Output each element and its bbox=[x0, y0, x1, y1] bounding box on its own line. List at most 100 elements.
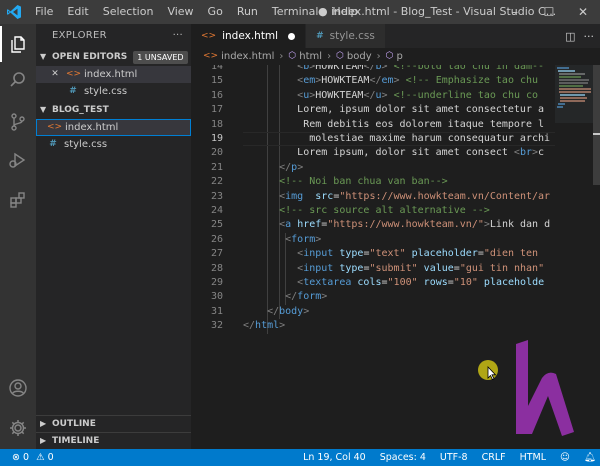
open-editor-item-index-html[interactable]: ✕ <> index.html bbox=[36, 66, 191, 83]
file-item-style-css[interactable]: # style.css bbox=[36, 136, 191, 153]
timeline-section[interactable]: ▶ TIMELINE bbox=[36, 432, 191, 449]
vertical-scrollbar[interactable] bbox=[593, 65, 600, 449]
minimize-button[interactable]: – bbox=[498, 0, 532, 24]
close-icon[interactable]: ✕ bbox=[48, 66, 62, 83]
line-number: 17 bbox=[210, 104, 223, 116]
scrollbar-thumb[interactable] bbox=[593, 65, 600, 185]
code-text: Lorem, ipsum dolor sit amet consectetur … bbox=[297, 103, 544, 117]
more-actions-icon[interactable]: ··· bbox=[584, 30, 595, 43]
breadcrumb-item[interactable]: body bbox=[347, 48, 372, 65]
warning-icon: ⚠ bbox=[36, 452, 45, 463]
code-token: "dien ten bbox=[483, 248, 539, 260]
menu-item-go[interactable]: Go bbox=[201, 0, 230, 24]
code-token: > bbox=[393, 75, 406, 87]
code-line[interactable]: 28 <input type="submit" value="gui tin nh… bbox=[191, 262, 551, 276]
account-icon[interactable] bbox=[0, 370, 36, 406]
code-line[interactable]: 29 <textarea cols="100" rows="10" placeho… bbox=[191, 276, 551, 290]
code-token: Lorem ipsum, dolor sit amet consect bbox=[297, 147, 514, 159]
cursor-position[interactable]: Ln 19, Col 40 bbox=[303, 452, 366, 463]
menu-item-terminal[interactable]: Terminal bbox=[265, 0, 326, 24]
feedback-icon[interactable]: ☺ bbox=[560, 452, 570, 463]
window-controls: – ☐ ✕ bbox=[498, 0, 600, 24]
menu-item-run[interactable]: Run bbox=[230, 0, 265, 24]
manage-gear-icon[interactable] bbox=[0, 410, 36, 446]
code-line[interactable]: 32 </html> bbox=[191, 319, 551, 333]
line-number: 26 bbox=[210, 233, 223, 245]
split-editor-icon[interactable]: ◫ bbox=[565, 30, 575, 43]
code-text: <img src="https://www.howkteam.vn/Conten… bbox=[279, 190, 550, 204]
code-line[interactable]: 18 Rem debitis eos dolorem itaque tempore… bbox=[191, 118, 551, 132]
code-line[interactable]: 22 <!-- Noi ban chua van ban--> bbox=[191, 175, 551, 189]
more-actions-icon[interactable]: ··· bbox=[173, 24, 183, 48]
source-control-icon[interactable] bbox=[0, 104, 36, 140]
extensions-icon[interactable] bbox=[0, 182, 36, 218]
code-token: > bbox=[315, 233, 322, 245]
code-line[interactable]: 24 <!-- src source alt alternative --> bbox=[191, 204, 551, 218]
code-token: c bbox=[538, 147, 545, 159]
code-token: </ bbox=[363, 65, 376, 72]
code-text: </body> bbox=[267, 305, 309, 319]
outline-section[interactable]: ▶ OUTLINE bbox=[36, 415, 191, 432]
chevron-right-icon: › bbox=[376, 51, 381, 62]
code-line[interactable]: 30 </form> bbox=[191, 290, 551, 304]
language-mode[interactable]: HTML bbox=[520, 452, 546, 463]
code-text: <input type="text" placeholder="dien ten bbox=[297, 247, 538, 261]
menu-item-view[interactable]: View bbox=[160, 0, 200, 24]
code-token: cols bbox=[357, 277, 382, 288]
notifications-bell-icon[interactable]: 🔔︎ bbox=[584, 452, 596, 463]
indentation[interactable]: Spaces: 4 bbox=[380, 452, 426, 463]
code-line[interactable]: 19 molestiae maxime harum consequatur arc… bbox=[191, 132, 551, 146]
code-token: </ bbox=[369, 75, 382, 87]
menu-item-selection[interactable]: Selection bbox=[96, 0, 161, 24]
code-token: "submit" bbox=[369, 262, 418, 274]
code-token: </ bbox=[363, 89, 376, 101]
end-of-line[interactable]: CRLF bbox=[482, 452, 506, 463]
maximize-button[interactable]: ☐ bbox=[532, 0, 566, 24]
code-text: <input type="submit" value="gui tin nhan… bbox=[297, 262, 544, 276]
howkteam-logo-icon bbox=[512, 340, 578, 441]
open-editor-item-style-css[interactable]: # style.css bbox=[36, 83, 191, 100]
code-line[interactable]: 25 <a href="https://www.howkteam.vn/">Lin… bbox=[191, 218, 551, 232]
code-token: type bbox=[339, 262, 364, 274]
code-line[interactable]: 21 </p> bbox=[191, 161, 551, 175]
explorer-icon[interactable] bbox=[0, 26, 36, 62]
breadcrumb-item[interactable]: p bbox=[397, 48, 403, 65]
code-line[interactable]: 27 <input type="text" placeholder="dien t… bbox=[191, 247, 551, 261]
file-item-index-html[interactable]: <> index.html bbox=[36, 119, 191, 136]
run-debug-icon[interactable] bbox=[0, 142, 36, 178]
code-token: molestiae maxime harum consequatur archi bbox=[309, 133, 551, 144]
breadcrumb-item[interactable]: html bbox=[299, 48, 322, 65]
tab-style-css[interactable]: # style.css bbox=[306, 24, 386, 48]
menu-item-file[interactable]: File bbox=[28, 0, 60, 24]
outline-label: OUTLINE bbox=[52, 419, 96, 429]
folder-header-blog-test[interactable]: ▼ BLOG_TEST bbox=[36, 101, 191, 119]
line-number: 32 bbox=[210, 320, 223, 332]
code-line[interactable]: 31 </body> bbox=[191, 305, 551, 319]
code-line[interactable]: 17 Lorem, ipsum dolor sit amet consectetu… bbox=[191, 103, 551, 117]
code-line[interactable]: 14 <b>HOWKTEAM</b> <!--bold tao chu in da… bbox=[191, 65, 551, 74]
unsaved-dot-icon[interactable] bbox=[288, 32, 296, 40]
open-editors-header[interactable]: ▼ OPEN EDITORS 1 UNSAVED bbox=[36, 48, 191, 66]
tab-label: style.css bbox=[329, 30, 375, 42]
menu-item-edit[interactable]: Edit bbox=[60, 0, 95, 24]
sidebar-title: EXPLORER ··· bbox=[36, 24, 191, 48]
search-icon[interactable] bbox=[0, 62, 36, 98]
code-token: textarea bbox=[303, 277, 352, 288]
close-button[interactable]: ✕ bbox=[566, 0, 600, 24]
code-token: placeholder bbox=[411, 248, 478, 260]
code-line[interactable]: 16 <u>HOWKTEAM</u> <!--underline tao chu … bbox=[191, 89, 551, 103]
code-line[interactable]: 20 Lorem ipsum, dolor sit amet consect <b… bbox=[191, 146, 551, 160]
errors-indicator[interactable]: ⊗ 0 ⚠ 0 bbox=[12, 452, 54, 463]
editor-actions: ◫ ··· bbox=[557, 24, 600, 48]
element-icon: ⬡ bbox=[288, 51, 297, 61]
tab-index-html[interactable]: <> index.html bbox=[191, 24, 307, 48]
breadcrumb-file[interactable]: index.html bbox=[221, 48, 274, 65]
html-icon: <> bbox=[47, 122, 63, 132]
code-line[interactable]: 15 <em>HOWKTEAM</em> <!-- Emphasize tao c… bbox=[191, 74, 551, 88]
code-line[interactable]: 26 <form> bbox=[191, 233, 551, 247]
code-line[interactable]: 23 <img src="https://www.howkteam.vn/Cont… bbox=[191, 190, 551, 204]
code-token: "gui tin nhan" bbox=[459, 262, 545, 274]
encoding[interactable]: UTF-8 bbox=[440, 452, 468, 463]
code-token: "100" bbox=[387, 277, 418, 288]
